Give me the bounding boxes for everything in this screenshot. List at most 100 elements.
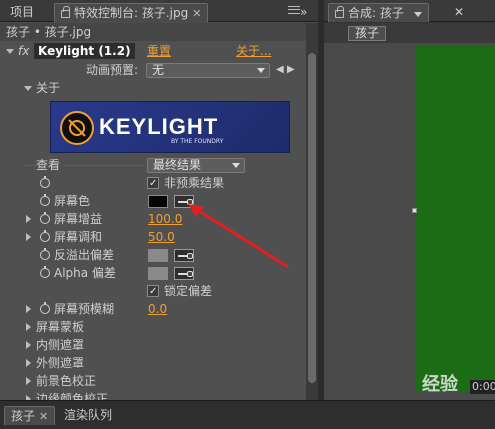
- screen-color-label: 屏幕色: [54, 194, 91, 208]
- close-icon[interactable]: ✕: [39, 410, 48, 423]
- preset-value: 无: [152, 63, 165, 77]
- stopwatch-icon[interactable]: [40, 248, 50, 260]
- vertical-scrollbar[interactable]: [306, 23, 318, 400]
- fx-icon[interactable]: fx: [18, 42, 29, 60]
- group-row[interactable]: 屏幕蒙板: [0, 318, 306, 336]
- group-label: 屏幕蒙板: [36, 320, 85, 334]
- unpremult-label: 非预乘结果: [164, 176, 225, 190]
- chevron-down-icon[interactable]: [413, 12, 422, 17]
- reset-link[interactable]: 重置: [147, 42, 171, 60]
- tab-composition-label: 合成: 孩子: [348, 6, 404, 20]
- despill-bias-swatch[interactable]: [148, 249, 168, 262]
- screen-gain-label: 屏幕增益: [54, 212, 103, 226]
- stopwatch-icon[interactable]: [40, 266, 50, 278]
- composition-panel: 合成: 孩子 ✕ 孩子 0:00: [324, 0, 495, 400]
- watermark: 经验: [422, 374, 458, 395]
- effect-controls-panel: 项目 特效控制台: 孩子.jpg ✕ » 孩子 • 孩子.jpg fx Keyli…: [0, 0, 318, 400]
- expand-icon[interactable]: [26, 233, 31, 241]
- screen-balance-value[interactable]: 50.0: [148, 228, 175, 246]
- layer-path: 孩子 • 孩子.jpg: [6, 25, 92, 39]
- screen-balance-label: 屏幕调和: [54, 230, 103, 244]
- group-label: 内侧遮罩: [36, 338, 85, 352]
- layer-handle[interactable]: [412, 208, 417, 213]
- timecode-display[interactable]: 0:00: [470, 380, 495, 394]
- comp-name-button[interactable]: 孩子: [348, 26, 387, 41]
- about-link[interactable]: 关于...: [236, 42, 271, 60]
- screen-preblur-value[interactable]: 0.0: [148, 300, 167, 318]
- eyedropper-icon[interactable]: [174, 267, 194, 280]
- unpremult-checkbox[interactable]: [147, 175, 159, 193]
- group-label: 前景色校正: [36, 374, 97, 388]
- chevron-down-icon: [232, 163, 240, 168]
- keylight-logo-icon: [60, 111, 94, 145]
- stopwatch-icon[interactable]: [40, 230, 50, 242]
- screen-color-swatch[interactable]: [148, 195, 168, 208]
- tab-render-queue-label: 渲染队列: [64, 408, 113, 422]
- expand-icon[interactable]: [26, 359, 31, 367]
- effect-name[interactable]: Keylight (1.2): [34, 43, 135, 59]
- tab-timeline-comp[interactable]: 孩子 ✕: [4, 406, 56, 425]
- layer-path-row: 孩子 • 孩子.jpg: [0, 23, 306, 41]
- expand-icon[interactable]: [26, 323, 31, 331]
- alpha-bias-row: Alpha 偏差: [0, 264, 306, 282]
- view-row: 查看 最终结果: [0, 156, 306, 174]
- expand-icon[interactable]: [26, 377, 31, 385]
- eyedropper-icon[interactable]: [174, 249, 194, 262]
- timeline-tab-bar: 孩子 ✕ 渲染队列: [0, 400, 495, 429]
- stopwatch-icon[interactable]: [40, 212, 50, 224]
- tab-project[interactable]: 项目: [4, 3, 40, 22]
- group-label: 边缘颜色校正: [36, 392, 109, 400]
- group-row[interactable]: 内侧遮罩: [0, 336, 306, 354]
- close-icon[interactable]: ✕: [448, 3, 470, 22]
- group-row[interactable]: 外侧遮罩: [0, 354, 306, 372]
- right-tab-bar: 合成: 孩子 ✕: [324, 0, 495, 22]
- next-preset-icon[interactable]: ▶: [287, 61, 295, 79]
- lock-icon[interactable]: [335, 6, 344, 18]
- effect-controls-content: 孩子 • 孩子.jpg fx Keylight (1.2) 重置 关于... 动…: [0, 23, 306, 400]
- screen-preblur-label: 屏幕预模糊: [54, 302, 115, 316]
- alpha-bias-swatch[interactable]: [148, 267, 168, 280]
- view-dropdown[interactable]: 最终结果: [147, 158, 245, 173]
- preset-dropdown[interactable]: 无: [146, 63, 270, 78]
- expand-icon[interactable]: [26, 305, 31, 313]
- effect-header-row[interactable]: fx Keylight (1.2) 重置 关于...: [0, 42, 306, 60]
- collapse-icon[interactable]: [24, 86, 32, 91]
- viewer-toolbar: 孩子: [324, 23, 495, 43]
- collapse-icon[interactable]: [6, 49, 14, 54]
- close-icon[interactable]: »: [300, 3, 307, 22]
- about-section-label: 关于: [36, 81, 61, 95]
- keylight-logo: KEYLIGHT BY THE FOUNDRY: [50, 101, 290, 153]
- expand-icon[interactable]: [26, 215, 31, 223]
- group-row[interactable]: 前景色校正: [0, 372, 306, 390]
- about-section-row[interactable]: 关于: [0, 79, 306, 97]
- screen-gain-value[interactable]: 100.0: [148, 210, 182, 228]
- stopwatch-icon[interactable]: [40, 176, 50, 188]
- view-value: 最终结果: [153, 158, 202, 172]
- composition-frame[interactable]: [416, 46, 495, 392]
- lock-bias-checkbox[interactable]: [147, 283, 159, 301]
- stopwatch-icon[interactable]: [40, 302, 50, 314]
- screen-balance-row: 屏幕调和 50.0: [0, 228, 306, 246]
- group-row[interactable]: 边缘颜色校正: [0, 390, 306, 400]
- close-icon[interactable]: ✕: [192, 7, 201, 20]
- despill-bias-label: 反溢出偏差: [54, 248, 115, 262]
- logo-text: KEYLIGHT: [99, 114, 219, 139]
- tab-timeline-label: 孩子: [11, 409, 36, 423]
- lock-icon[interactable]: [61, 6, 70, 18]
- preset-row: 动画预置: 无 ◀ ▶: [0, 61, 306, 79]
- tab-render-queue[interactable]: 渲染队列: [58, 406, 118, 425]
- tab-composition[interactable]: 合成: 孩子: [328, 3, 429, 22]
- panel-menu-icon[interactable]: [288, 6, 300, 14]
- tab-effect-controls[interactable]: 特效控制台: 孩子.jpg ✕: [54, 3, 209, 22]
- preset-label: 动画预置:: [86, 63, 139, 77]
- screen-gain-row: 屏幕增益 100.0: [0, 210, 306, 228]
- prev-preset-icon[interactable]: ◀: [276, 61, 284, 79]
- timecode-value: 0:00: [472, 380, 495, 393]
- screen-preblur-row: 屏幕预模糊 0.0: [0, 300, 306, 318]
- scroll-thumb[interactable]: [308, 53, 316, 383]
- expand-icon[interactable]: [26, 341, 31, 349]
- stopwatch-icon[interactable]: [40, 194, 50, 206]
- alpha-bias-label: Alpha 偏差: [54, 266, 116, 280]
- tab-effect-controls-label: 特效控制台: 孩子.jpg: [74, 6, 189, 20]
- eyedropper-icon[interactable]: [174, 195, 194, 208]
